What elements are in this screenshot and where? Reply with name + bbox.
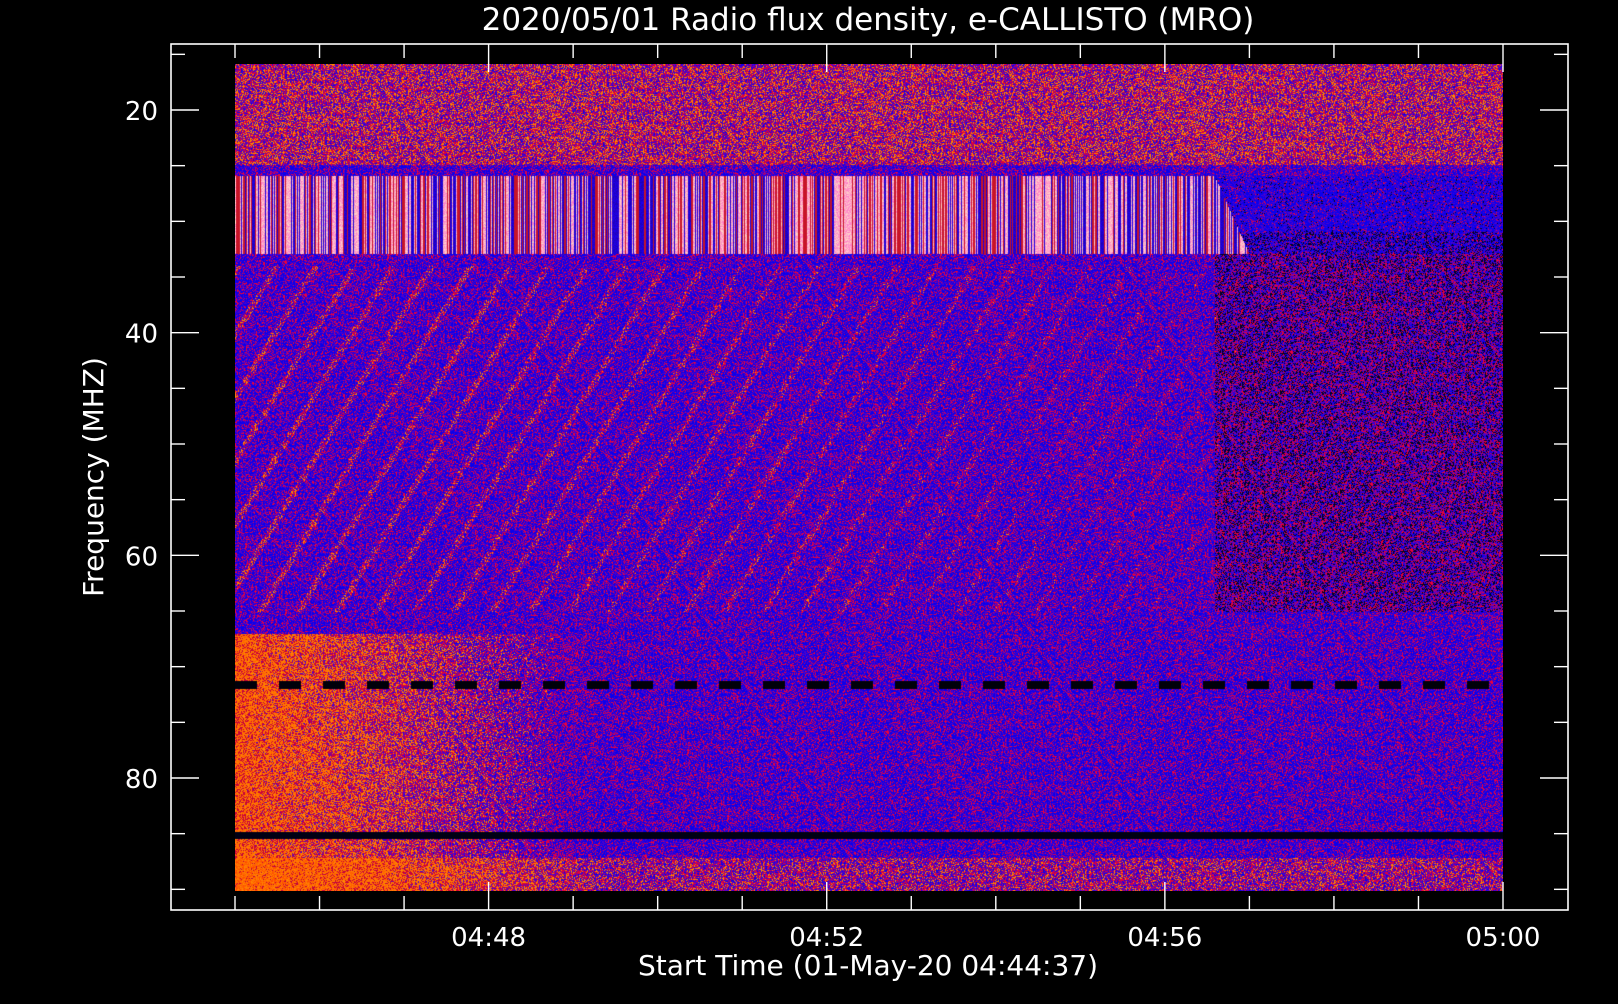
chart-root: 2020/05/01 Radio flux density, e-CALLIST… (0, 0, 1618, 1000)
y-tick-label: 20 (125, 97, 158, 127)
y-tick-label: 60 (125, 542, 158, 572)
x-tick-label: 04:56 (1127, 923, 1202, 953)
plot-area (170, 43, 1569, 911)
spectrogram-image (235, 64, 1503, 891)
spectrogram-canvas (235, 64, 1503, 891)
x-axis-label: Start Time (01-May-20 04:44:37) (638, 949, 1098, 982)
x-tick-label: 04:48 (451, 923, 526, 953)
chart-title: 2020/05/01 Radio flux density, e-CALLIST… (482, 2, 1255, 38)
y-tick-label: 80 (125, 765, 158, 795)
y-tick-label: 40 (125, 320, 158, 350)
y-axis-label: Frequency (MHZ) (77, 357, 110, 597)
x-tick-label: 05:00 (1466, 923, 1541, 953)
spectrogram-chart: 2020/05/01 Radio flux density, e-CALLIST… (0, 0, 1618, 1000)
